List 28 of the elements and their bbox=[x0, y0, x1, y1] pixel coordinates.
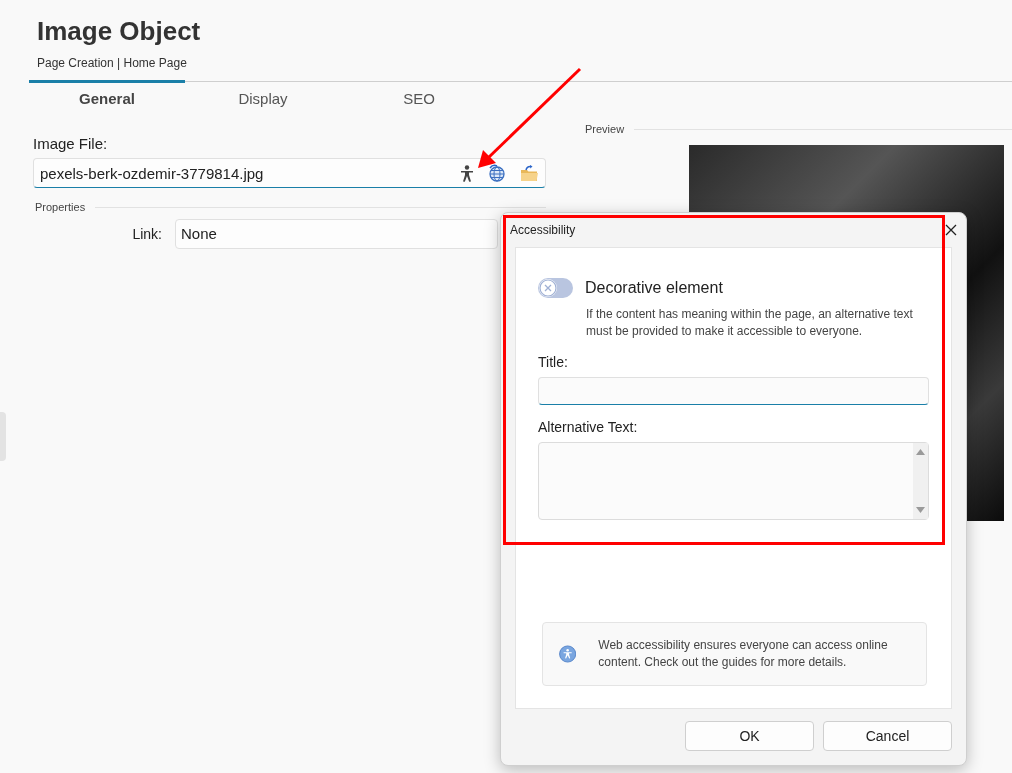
field-label: Image File: bbox=[33, 135, 109, 152]
folder-icon[interactable] bbox=[520, 164, 539, 182]
scroll-up-icon[interactable] bbox=[916, 449, 925, 455]
close-icon[interactable] bbox=[945, 224, 957, 236]
decorative-toggle[interactable] bbox=[538, 278, 573, 298]
title-field[interactable] bbox=[538, 377, 929, 405]
tab[interactable]: SEO bbox=[341, 80, 497, 115]
tab[interactable]: Display bbox=[185, 80, 341, 115]
page-title: Image Object bbox=[37, 15, 202, 47]
hint-text: If the content has meaning within the page, an alternative text must be provided to make it accessible to everyone. bbox=[586, 306, 914, 340]
globe-icon[interactable] bbox=[488, 164, 506, 182]
section-heading: Preview bbox=[584, 123, 625, 135]
dialog-button[interactable]: Cancel bbox=[823, 721, 952, 751]
section-heading: Properties bbox=[34, 201, 86, 213]
dialog-title: Accessibility bbox=[510, 223, 576, 237]
breadcrumb: Page Creation | Home Page bbox=[37, 56, 188, 70]
field-label: Alternative Text: bbox=[538, 419, 639, 435]
link-dropdown[interactable]: None bbox=[175, 219, 498, 249]
dialog-button[interactable]: OK bbox=[685, 721, 814, 751]
field-label: Title: bbox=[538, 354, 569, 370]
toggle-label: Decorative element bbox=[585, 279, 723, 297]
field-label: Link: bbox=[131, 226, 162, 242]
tab[interactable]: General bbox=[29, 80, 185, 115]
file-field[interactable]: pexels-berk-ozdemir-3779814.jpg bbox=[33, 158, 546, 188]
info-text: Web accessibility ensures everyone can access online content. Check out the guides for more details. bbox=[598, 637, 889, 671]
accessibility-icon[interactable] bbox=[460, 164, 474, 182]
alt-text-field[interactable] bbox=[538, 442, 929, 520]
scroll-down-icon[interactable] bbox=[916, 507, 925, 513]
